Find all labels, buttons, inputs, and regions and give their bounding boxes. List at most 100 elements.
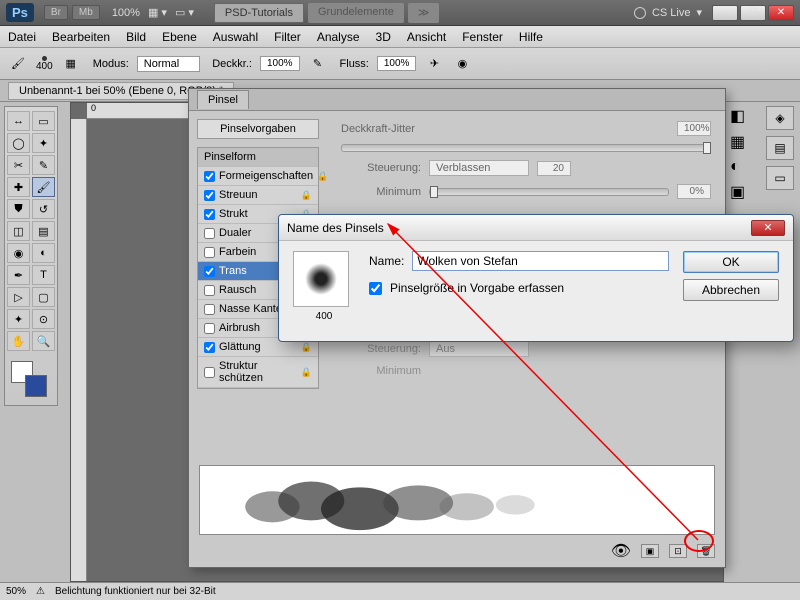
adjustments-panel-icon[interactable]: ◐ — [730, 158, 760, 176]
type-tool[interactable]: T — [32, 265, 55, 285]
menu-ebene[interactable]: Ebene — [162, 30, 197, 44]
gradient-tool[interactable]: ▤ — [32, 221, 55, 241]
chk-nasse[interactable] — [204, 304, 215, 315]
3d-camera-tool[interactable]: ⊙ — [32, 309, 55, 329]
pen-tool[interactable]: ✒ — [7, 265, 30, 285]
menu-auswahl[interactable]: Auswahl — [213, 30, 258, 44]
heal-tool[interactable]: ✚ — [7, 177, 30, 197]
lasso-tool[interactable]: ◯ — [7, 133, 30, 153]
chk-glaettung[interactable] — [204, 342, 215, 353]
chk-streuung[interactable] — [204, 190, 215, 201]
menu-fenster[interactable]: Fenster — [462, 30, 503, 44]
swatches-panel-icon[interactable]: ▦ — [730, 132, 760, 152]
screen-mode-icon[interactable]: ▦ ▾ — [148, 6, 167, 19]
flow-input[interactable]: 100% — [377, 56, 417, 71]
eyedropper-tool[interactable]: ✎ — [32, 155, 55, 175]
zoom-level[interactable]: 50% — [6, 586, 26, 597]
bridge-button[interactable]: Br — [44, 5, 68, 20]
hand-tool[interactable]: ✋ — [7, 331, 30, 351]
brush-opt-pinselform[interactable]: Pinselform — [198, 148, 318, 167]
crop-tool[interactable]: ✂ — [7, 155, 30, 175]
chk-rauschen[interactable] — [204, 285, 215, 296]
menu-bild[interactable]: Bild — [126, 30, 146, 44]
airbrush-icon[interactable]: ✈ — [424, 54, 444, 74]
brush-panel-toggle-icon[interactable]: ▦ — [61, 54, 81, 74]
zoom-tool[interactable]: 🔍 — [32, 331, 55, 351]
shape-tool[interactable]: ▢ — [32, 287, 55, 307]
blur-tool[interactable]: ◉ — [7, 243, 30, 263]
brush-tool-icon[interactable]: 🖌 — [8, 54, 28, 74]
brush-opt-streuung[interactable]: Streuun🔒 — [198, 186, 318, 205]
cancel-button[interactable]: Abbrechen — [683, 279, 779, 301]
panel-dock-2: ◧ ▦ ◐ ▣ — [730, 106, 760, 202]
chk-schuetzen[interactable] — [204, 367, 215, 378]
color-swatches[interactable] — [7, 357, 55, 401]
dodge-tool[interactable]: ◐ — [32, 243, 55, 263]
minimum-slider[interactable] — [429, 188, 669, 196]
chk-formeigenschaften[interactable] — [204, 171, 215, 182]
layers-panel-icon[interactable]: ◈ — [766, 106, 794, 130]
dialog-titlebar[interactable]: Name des Pinsels ✕ — [279, 215, 793, 241]
history-brush-tool[interactable]: ↺ — [32, 199, 55, 219]
status-icon: ⚠ — [36, 586, 45, 597]
brush-presets-button[interactable]: Pinselvorgaben — [197, 119, 319, 139]
ok-button[interactable]: OK — [683, 251, 779, 273]
menu-3d[interactable]: 3D — [376, 30, 391, 44]
eraser-tool[interactable]: ◫ — [7, 221, 30, 241]
menu-ansicht[interactable]: Ansicht — [407, 30, 446, 44]
minibridge-button[interactable]: Mb — [72, 5, 100, 20]
capture-size-checkbox[interactable] — [369, 282, 382, 295]
chk-airbrush[interactable] — [204, 323, 215, 334]
cs-live[interactable]: CS Live ▾ — [634, 6, 702, 19]
new-brush-button[interactable]: ▣ — [641, 544, 659, 558]
menu-bearbeiten[interactable]: Bearbeiten — [52, 30, 110, 44]
wand-tool[interactable]: ✦ — [32, 133, 55, 153]
menu-hilfe[interactable]: Hilfe — [519, 30, 543, 44]
pressure-opacity-icon[interactable]: ✎ — [308, 54, 328, 74]
brush-name-input[interactable] — [412, 251, 669, 271]
brush-preset-picker[interactable]: 400 — [36, 56, 53, 72]
background-color[interactable] — [25, 375, 47, 397]
menu-analyse[interactable]: Analyse — [317, 30, 360, 44]
minimum-value[interactable]: 0% — [677, 184, 711, 199]
path-tool[interactable]: ▷ — [7, 287, 30, 307]
chk-dualer[interactable] — [204, 228, 215, 239]
masks-panel-icon[interactable]: ▣ — [730, 182, 760, 202]
brush-tool[interactable]: 🖌 — [32, 177, 55, 197]
blend-mode-select[interactable]: Normal — [137, 56, 200, 72]
opacity-input[interactable]: 100% — [260, 56, 300, 71]
workspace-tab-active[interactable]: PSD-Tutorials — [214, 3, 304, 23]
chk-farbein[interactable] — [204, 247, 215, 258]
workspace-more[interactable]: ≫ — [408, 3, 440, 23]
brush-opt-formeigenschaften[interactable]: Formeigenschaften🔒 — [198, 167, 318, 186]
view-extras-icon[interactable]: ▭ ▾ — [175, 6, 194, 19]
menu-datei[interactable]: Datei — [8, 30, 36, 44]
marquee-tool[interactable]: ▭ — [32, 111, 55, 131]
move-tool[interactable]: ↔ — [7, 111, 30, 131]
pressure-size-icon[interactable]: ◉ — [452, 54, 472, 74]
workspace-tabs: PSD-Tutorials Grundelemente ≫ — [214, 3, 439, 23]
title-bar: Ps Br Mb 100% ▦ ▾ ▭ ▾ PSD-Tutorials Grun… — [0, 0, 800, 26]
steuerung-count[interactable]: 20 — [537, 161, 571, 176]
paths-panel-icon[interactable]: ▭ — [766, 166, 794, 190]
steuerung-select[interactable]: Verblassen — [429, 160, 529, 176]
brush-opt-schuetzen[interactable]: Struktur schützen🔒 — [198, 357, 318, 388]
maximize-button[interactable]: ☐ — [740, 5, 766, 21]
zoom-menu[interactable]: 100% — [112, 7, 140, 19]
dialog-close-button[interactable]: ✕ — [751, 220, 785, 236]
color-panel-icon[interactable]: ◧ — [730, 106, 760, 126]
jitter-slider[interactable] — [341, 144, 711, 152]
workspace-tab-grund[interactable]: Grundelemente — [308, 3, 404, 23]
3d-tool[interactable]: ✦ — [7, 309, 30, 329]
create-brush-button[interactable]: ⊡ — [669, 544, 687, 558]
jitter-value[interactable]: 100% — [677, 121, 711, 136]
close-button[interactable]: ✕ — [768, 5, 794, 21]
chk-struktur[interactable] — [204, 209, 215, 220]
channels-panel-icon[interactable]: ▤ — [766, 136, 794, 160]
brush-panel-tab[interactable]: Pinsel — [197, 90, 249, 109]
menu-filter[interactable]: Filter — [274, 30, 301, 44]
minimize-button[interactable]: — — [712, 5, 738, 21]
toggle-preview-icon[interactable]: 👁 — [611, 541, 631, 561]
stamp-tool[interactable]: ⛊ — [7, 199, 30, 219]
chk-transfer[interactable] — [204, 266, 215, 277]
